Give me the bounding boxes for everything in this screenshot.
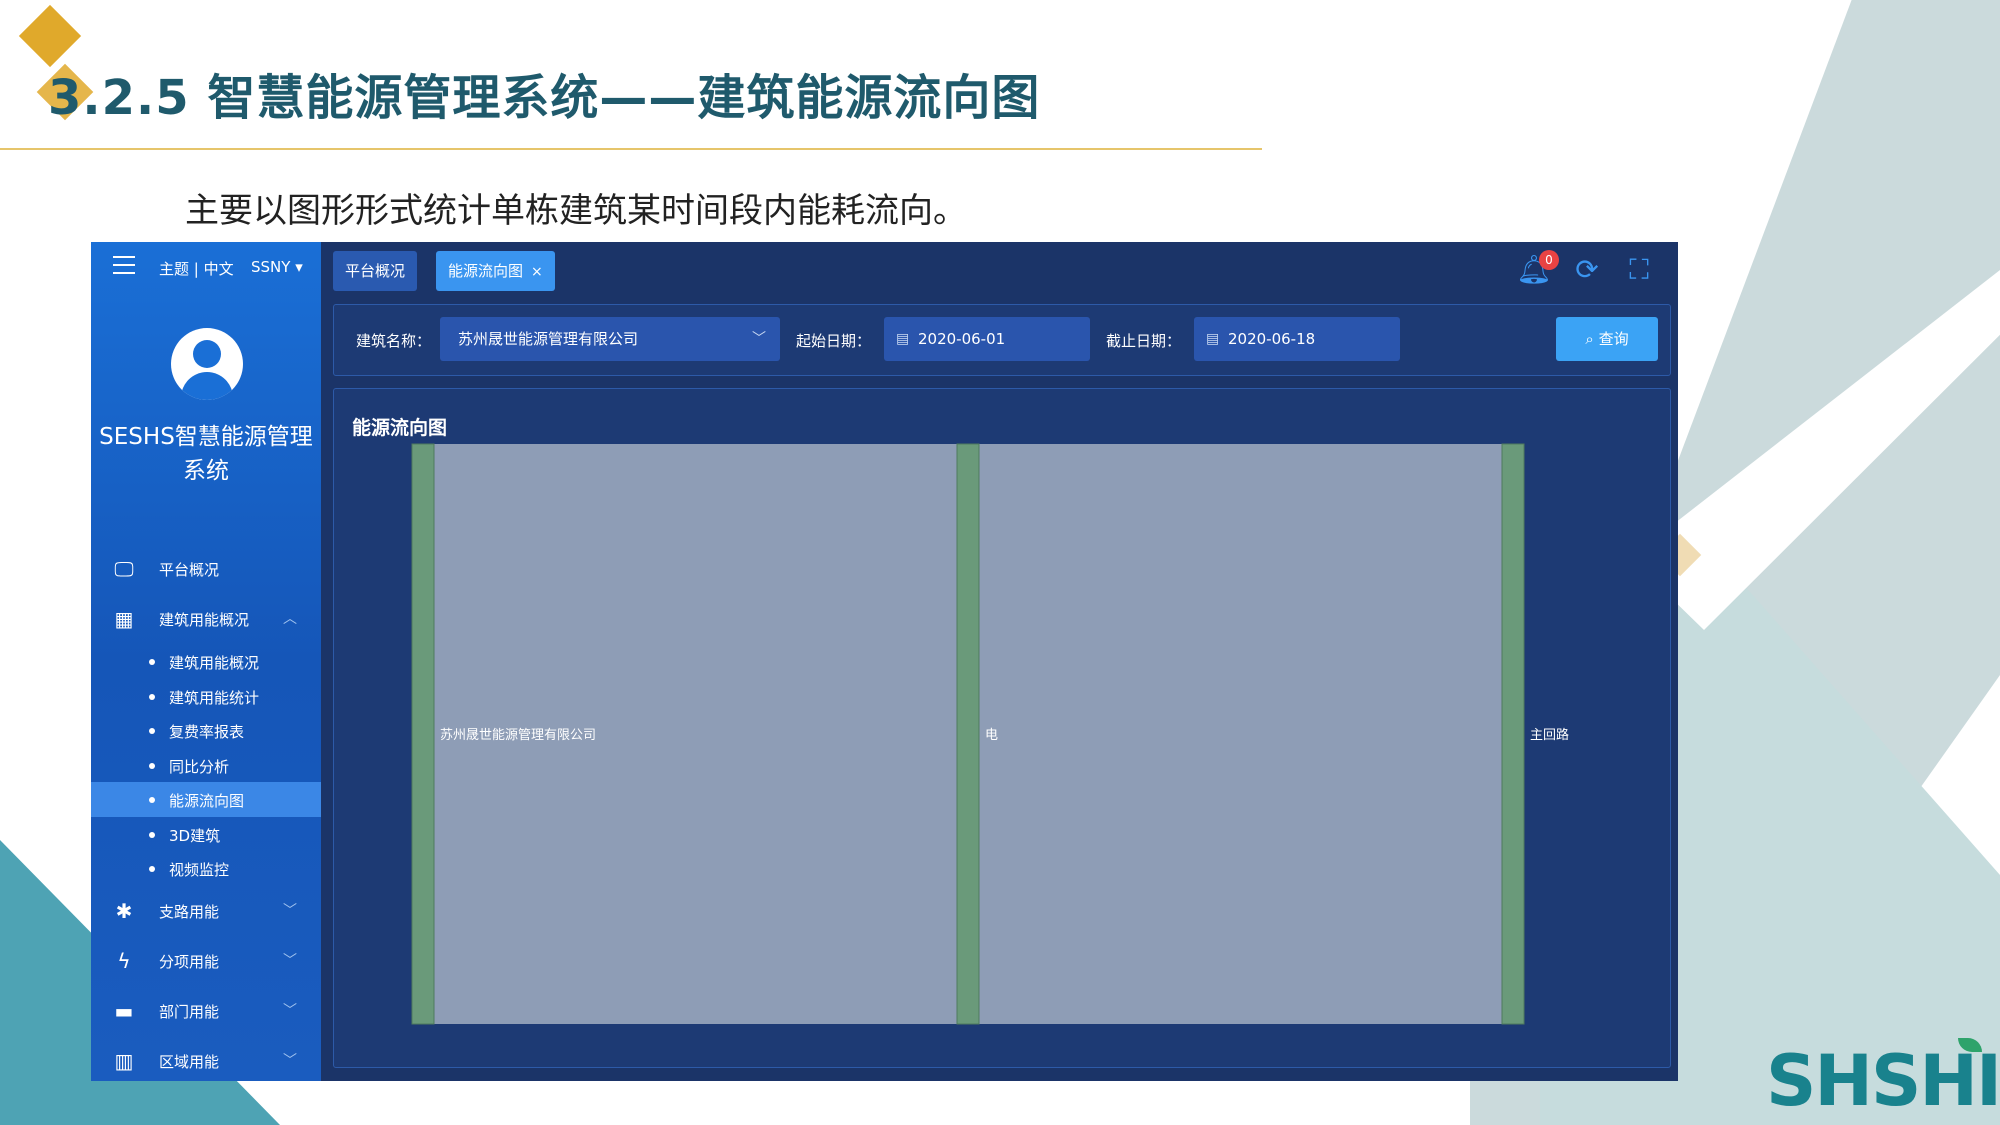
sidebar-item-department-energy[interactable]: ▬ 部门用能 ﹀ <box>91 986 321 1036</box>
sankey-link[interactable] <box>979 444 1502 1024</box>
submenu-item-active[interactable]: 能源流向图 <box>91 782 321 817</box>
monitor-icon: 🖵 <box>114 557 134 581</box>
start-date-value: 2020-06-01 <box>918 330 1006 348</box>
sidebar-item-label: 区域用能 <box>159 1052 220 1071</box>
chevron-down-icon: ﹀ <box>283 902 297 919</box>
building-icon: ▦ <box>114 607 134 631</box>
sidebar-item-label: 支路用能 <box>159 902 220 921</box>
sidebar-item-itemized-energy[interactable]: ϟ 分项用能 ﹀ <box>91 936 321 986</box>
system-name: SESHS智慧能源管理系统 <box>99 424 313 484</box>
sidebar-item-area-energy[interactable]: ▥ 区域用能 ﹀ <box>91 1036 321 1082</box>
chevron-down-icon: ﹀ <box>283 1052 297 1069</box>
building-select[interactable]: 苏州晟世能源管理有限公司 ﹀ <box>440 317 780 361</box>
chevron-down-icon: ﹀ <box>283 952 297 969</box>
tab-energy-flow[interactable]: 能源流向图 × <box>436 251 555 291</box>
sidebar-item-label: 平台概况 <box>159 561 220 579</box>
notification-badge: 0 <box>1539 250 1559 270</box>
building-label: 建筑名称： <box>356 332 432 350</box>
start-date-input[interactable]: ▤ 2020-06-01 <box>884 317 1090 361</box>
query-button[interactable]: ⌕ 查询 <box>1556 317 1658 361</box>
sankey-chart: 苏州晟世能源管理有限公司 电 主回路 <box>411 443 1569 1025</box>
submenu-item[interactable]: 建筑用能概况 <box>91 644 321 679</box>
title-divider <box>0 148 1262 150</box>
start-date-label: 起始日期： <box>796 332 872 350</box>
hamburger-icon[interactable] <box>113 256 135 276</box>
sankey-node[interactable] <box>1501 443 1525 1025</box>
sidebar-item-platform-overview[interactable]: 🖵 平台概况 <box>91 544 321 594</box>
sidebar-item-label: 分项用能 <box>159 952 220 971</box>
submenu-item[interactable]: 视频监控 <box>91 851 321 886</box>
submenu-item[interactable]: 建筑用能统计 <box>91 679 321 714</box>
chevron-down-icon: ﹀ <box>752 331 766 347</box>
submenu-item[interactable]: 同比分析 <box>91 748 321 783</box>
end-date-input[interactable]: ▤ 2020-06-18 <box>1194 317 1400 361</box>
chevron-up-icon: ︿ <box>283 611 297 627</box>
lightning-icon: ϟ <box>117 948 131 973</box>
chevron-down-icon: ﹀ <box>283 1002 297 1019</box>
slide-description: 主要以图形形式统计单栋建筑某时间段内能耗流向。 <box>185 191 967 231</box>
calendar-icon: ▤ <box>896 331 910 347</box>
user-menu[interactable]: SSNY ▾ <box>251 258 303 276</box>
slide-description-faded: 的流向图。 <box>1495 191 1665 231</box>
sankey-node-label: 主回路 <box>1530 727 1569 743</box>
chart-panel: 能源流向图 苏州晟世能源管理有限公司电主回路 <box>333 388 1671 1068</box>
refresh-icon[interactable]: ⟳ <box>1571 254 1603 286</box>
brand-logo: SHSHI <box>1766 1040 2000 1122</box>
sidebar-item-building-energy[interactable]: ▦ 建筑用能概况 ︿ <box>91 594 321 644</box>
city-icon: ▥ <box>114 1048 134 1073</box>
tab-platform-overview[interactable]: 平台概况 <box>333 251 418 291</box>
sidebar: 主题 | 中文 SSNY ▾ SESHS智慧能源管理系统 🖵 平台概况 ▦ 建筑… <box>91 242 321 1081</box>
slide-title: 3.2.5 智慧能源管理系统——建筑能源流向图 <box>48 70 1041 126</box>
theme-language-toggle[interactable]: 主题 | 中文 <box>159 258 234 279</box>
sidebar-item-label: 部门用能 <box>159 1002 220 1021</box>
folder-icon: ▬ <box>114 998 134 1023</box>
submenu-item[interactable]: 3D建筑 <box>91 817 321 852</box>
avatar <box>171 328 243 400</box>
topbar: 平台概况 能源流向图 × 🔔︎ 0 ⟳ ⛶ <box>321 242 1678 294</box>
branch-icon: ✱ <box>115 898 133 923</box>
submenu-item[interactable]: 复费率报表 <box>91 713 321 748</box>
filter-panel: 建筑名称： 苏州晟世能源管理有限公司 ﹀ 起始日期： ▤ 2020-06-01 … <box>333 304 1671 376</box>
app-window: 主题 | 中文 SSNY ▾ SESHS智慧能源管理系统 🖵 平台概况 ▦ 建筑… <box>91 242 1678 1081</box>
sidebar-menu: 🖵 平台概况 ▦ 建筑用能概况 ︿ 建筑用能概况 建筑用能统计 复费率报表 同比… <box>91 544 321 1081</box>
sidebar-item-label: 建筑用能概况 <box>159 611 250 629</box>
sankey-node-label: 电 <box>985 728 998 743</box>
sidebar-item-branch-energy[interactable]: ✱ 支路用能 ﹀ <box>91 886 321 936</box>
sankey-node[interactable] <box>411 443 435 1025</box>
sankey-node[interactable] <box>956 443 980 1025</box>
end-date-value: 2020-06-18 <box>1228 330 1316 348</box>
building-select-value: 苏州晟世能源管理有限公司 <box>458 330 639 348</box>
calendar-icon: ▤ <box>1206 331 1220 347</box>
end-date-label: 截止日期： <box>1106 332 1182 350</box>
sankey-node-label: 苏州晟世能源管理有限公司 <box>440 727 596 743</box>
fullscreen-icon[interactable]: ⛶ <box>1623 254 1655 286</box>
search-icon: ⌕ <box>1585 330 1599 348</box>
close-icon[interactable]: × <box>531 264 543 280</box>
